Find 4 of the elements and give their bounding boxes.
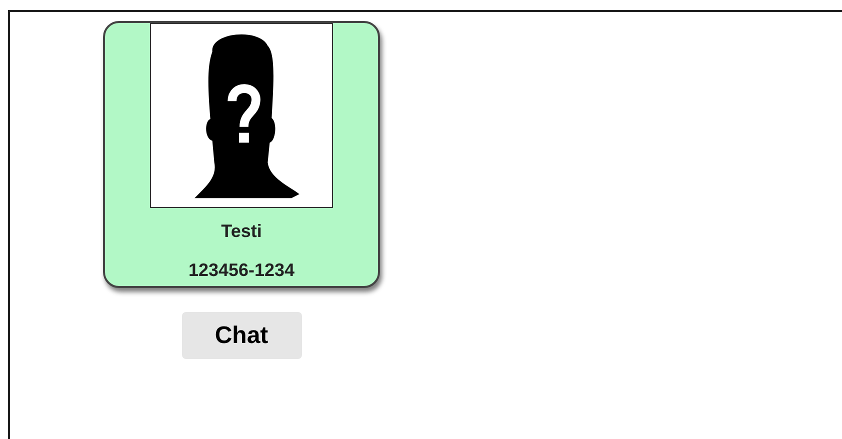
contact-name: Testi — [221, 220, 262, 243]
contact-phone: 123456-1234 — [188, 259, 295, 282]
unknown-person-icon — [150, 23, 333, 208]
chat-button[interactable]: Chat — [182, 312, 302, 359]
